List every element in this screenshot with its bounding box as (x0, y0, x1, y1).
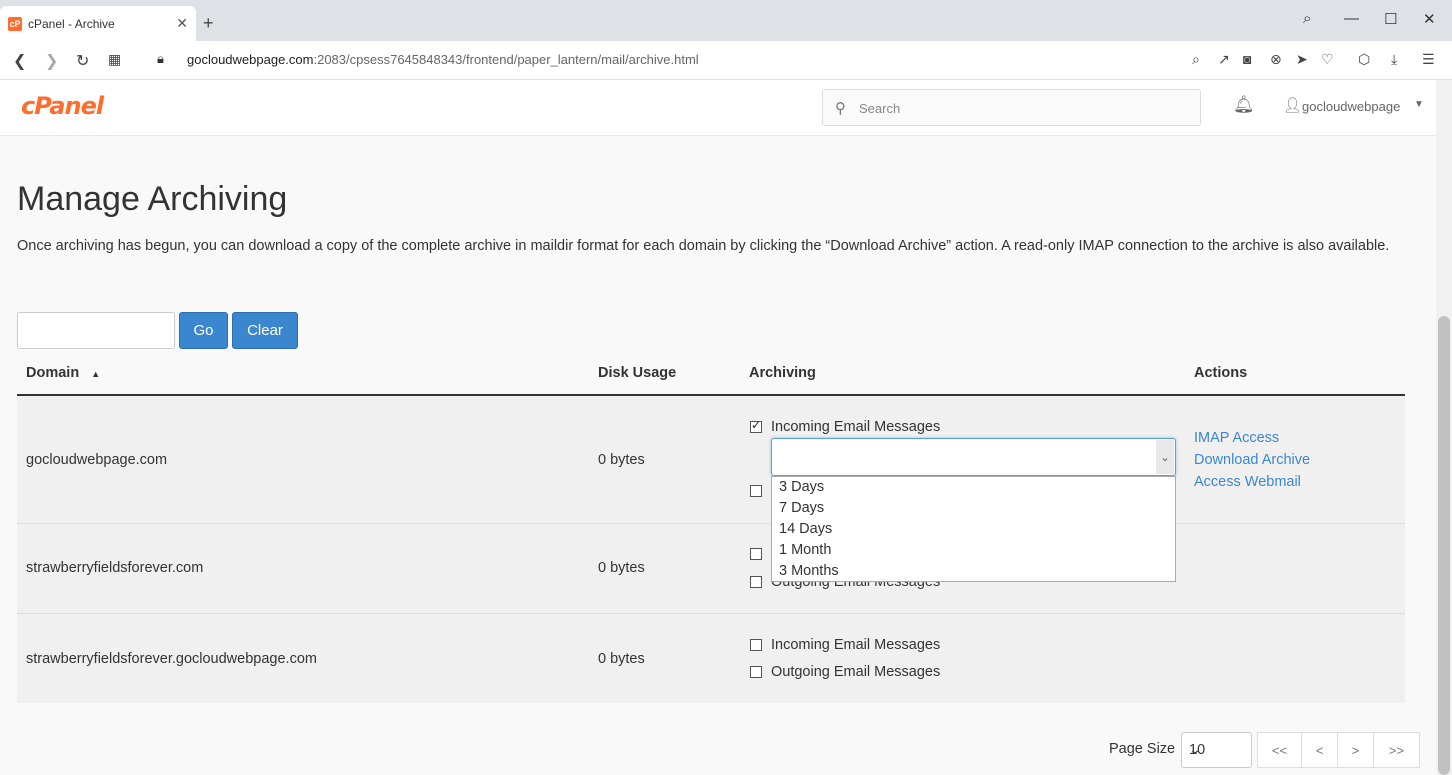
chevron-down-icon: ⌄ (1156, 440, 1174, 474)
row-disk-usage: 0 bytes (598, 560, 645, 576)
incoming-checkbox[interactable] (750, 639, 762, 651)
access-webmail-link[interactable]: Access Webmail (1194, 474, 1301, 490)
new-tab-icon[interactable]: + (203, 13, 214, 34)
browser-tab[interactable]: cP cPanel - Archive ✕ (0, 6, 196, 41)
tab-title: cPanel - Archive (28, 16, 115, 31)
clear-button[interactable]: Clear (232, 312, 298, 349)
search-icon[interactable]: ⌕ (1303, 10, 1311, 27)
close-icon[interactable]: ✕ (176, 15, 188, 32)
cpanel-header: cPanel ⚲ 🔔︎ 👤︎ gocloudwebpage ▼ (0, 80, 1436, 136)
send-icon[interactable]: ➤ (1296, 51, 1308, 68)
incoming-label: Incoming Email Messages (771, 637, 941, 653)
outgoing-label: Outgoing Email Messages (771, 664, 941, 680)
incoming-checkbox[interactable] (750, 548, 762, 560)
retention-select[interactable]: ⌄ (771, 438, 1176, 476)
row-domain: gocloudwebpage.com (26, 452, 168, 468)
row-disk-usage: 0 bytes (598, 452, 645, 468)
share-icon[interactable]: ↗ (1218, 51, 1230, 68)
url-host: gocloudwebpage.com (187, 52, 314, 67)
forward-icon[interactable]: ❯ (45, 51, 58, 71)
sort-asc-icon: ▲ (91, 369, 101, 379)
lock-icon: 🔒︎ (157, 51, 164, 66)
url-field[interactable]: gocloudwebpage.com:2083/cpsess7645848343… (187, 52, 699, 67)
page-intro: Once archiving has begun, you can downlo… (17, 238, 1390, 254)
cpanel-logo[interactable]: cPanel (21, 92, 104, 120)
camera-icon[interactable]: ◙ (1243, 51, 1251, 67)
menu-icon[interactable]: ☰ (1422, 51, 1435, 68)
zoom-icon[interactable]: ⌕ (1192, 51, 1200, 68)
go-button[interactable]: Go (179, 312, 228, 349)
download-archive-link[interactable]: Download Archive (1194, 452, 1310, 468)
reload-icon[interactable]: ↻ (76, 51, 89, 71)
dropdown-option[interactable]: 14 Days (779, 521, 832, 537)
page-size-select[interactable]: 10 ⌄ (1181, 732, 1252, 768)
dropdown-option[interactable]: 3 Months (779, 563, 839, 579)
cpanel-favicon-icon: cP (8, 16, 22, 31)
first-page-button[interactable]: << (1257, 732, 1302, 768)
heart-icon[interactable]: ♡ (1321, 51, 1334, 68)
page-size-label: Page Size (1109, 741, 1176, 757)
table-row (17, 524, 1405, 614)
apps-grid-icon[interactable]: ▦ (108, 51, 121, 68)
header-disk-usage[interactable]: Disk Usage (598, 365, 676, 381)
scrollbar-thumb[interactable] (1438, 316, 1450, 775)
user-icon: 👤︎ (1283, 97, 1303, 114)
last-page-button[interactable]: >> (1373, 732, 1420, 768)
chevron-down-icon: ⌄ (1189, 742, 1202, 758)
prev-page-button[interactable]: < (1301, 732, 1338, 768)
minimize-icon[interactable]: — (1344, 10, 1359, 27)
header-domain[interactable]: Domain ▲ (26, 365, 100, 381)
window-close-icon[interactable]: ✕ (1423, 10, 1436, 28)
block-icon[interactable]: ⊗ (1270, 51, 1282, 68)
browser-tab-bar: cP cPanel - Archive ✕ + ⌕ — ☐ ✕ (0, 0, 1452, 41)
back-icon[interactable]: ❮ (13, 51, 26, 71)
row-domain: strawberryfieldsforever.com (26, 560, 204, 576)
search-box: ⚲ (822, 89, 1201, 126)
filter-input[interactable] (17, 312, 175, 349)
outgoing-checkbox[interactable] (750, 576, 762, 588)
outgoing-checkbox[interactable] (750, 485, 762, 497)
imap-access-link[interactable]: IMAP Access (1194, 430, 1279, 446)
page-title: Manage Archiving (17, 180, 288, 218)
outgoing-checkbox[interactable] (750, 666, 762, 678)
header-archiving: Archiving (749, 365, 816, 381)
incoming-label: Incoming Email Messages (771, 419, 941, 435)
maximize-icon[interactable]: ☐ (1384, 10, 1397, 28)
address-bar: ❮ ❯ ↻ ▦ 🔒︎ gocloudwebpage.com:2083/cpses… (0, 41, 1452, 80)
download-icon[interactable]: ⤓ (1391, 51, 1397, 68)
header-actions: Actions (1194, 365, 1248, 381)
next-page-button[interactable]: > (1337, 732, 1374, 768)
user-menu[interactable]: gocloudwebpage (1302, 99, 1400, 114)
dropdown-option[interactable]: 1 Month (779, 542, 831, 558)
search-input[interactable] (859, 98, 1189, 118)
bell-icon[interactable]: 🔔︎ (1233, 95, 1255, 115)
caret-down-icon[interactable]: ▼ (1414, 99, 1424, 110)
box-icon[interactable]: ⬡ (1358, 51, 1370, 68)
row-domain: strawberryfieldsforever.gocloudwebpage.c… (26, 651, 317, 667)
header-domain-label: Domain (26, 365, 80, 381)
dropdown-option[interactable]: 3 Days (779, 479, 824, 495)
incoming-checkbox[interactable] (750, 418, 762, 433)
dropdown-option[interactable]: 7 Days (779, 500, 824, 516)
retention-dropdown: 3 Days 7 Days 14 Days 1 Month 3 Months (771, 476, 1176, 582)
url-path: :2083/cpsess7645848343/frontend/paper_la… (313, 52, 699, 67)
search-icon: ⚲ (835, 100, 846, 117)
row-disk-usage: 0 bytes (598, 651, 645, 667)
